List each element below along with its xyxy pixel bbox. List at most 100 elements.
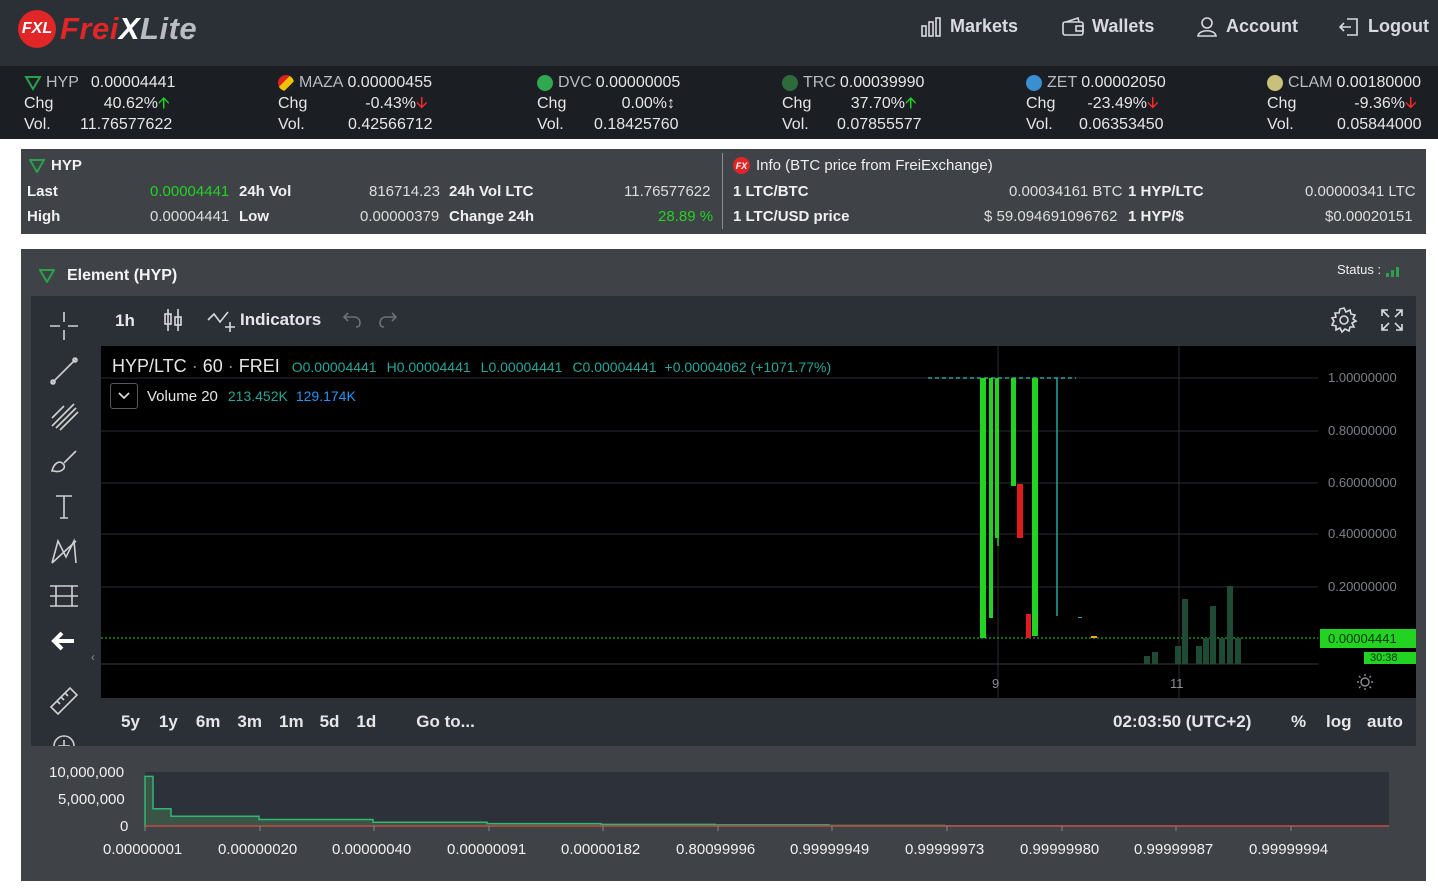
ticker-item-dvc[interactable]: DVC 0.00000005 Chg 0.00% ↕ Vol. 0.18425760 (537, 72, 680, 135)
zoom-in-icon[interactable] (48, 730, 80, 746)
hyp-coin-icon (39, 269, 55, 283)
chart-clock: 02:03:50 (UTC+2) (1113, 712, 1252, 731)
last-price: 0.00004441 (150, 183, 230, 200)
x-tick-label: 0.99999980 (1020, 841, 1100, 858)
x-tick-label: 0.80099996 (676, 841, 756, 858)
undo-icon[interactable] (342, 311, 362, 329)
high-price: 0.00004441 (150, 208, 230, 225)
y-tick-label: 0 (120, 818, 129, 835)
auto-toggle[interactable]: auto (1367, 712, 1403, 732)
range-5y[interactable]: 5y (121, 712, 140, 732)
legend-high: H0.00004441 (386, 359, 471, 375)
range-1m[interactable]: 1m (279, 712, 304, 732)
arrow-down-icon: 🡫 (1405, 95, 1417, 112)
ticker-item-clam[interactable]: CLAM 0.00180000 Chg -9.36% 🡫 Vol. 0.05844000 (1267, 72, 1422, 135)
ticker-item-zet[interactable]: ZET 0.00002050 Chg -23.49% 🡫 Vol. 0.06353450 (1026, 72, 1166, 135)
legend-low: L0.00004441 (480, 359, 563, 375)
pattern-icon[interactable] (48, 535, 80, 567)
trc-coin-icon (782, 74, 798, 91)
settings-gear-icon[interactable] (1330, 306, 1358, 334)
nav-logout-label: Logout (1368, 16, 1429, 36)
legend-timeframe: 60 (202, 356, 223, 376)
collapse-toolbar-icon[interactable]: ‹ (91, 650, 95, 664)
logout-icon (1338, 17, 1358, 36)
nav-account-label: Account (1226, 16, 1298, 36)
nav-account[interactable]: Account (1196, 16, 1298, 37)
user-icon (1197, 16, 1217, 37)
legend-change: +0.00004062 (+1071.77%) (664, 359, 832, 375)
ruler-icon[interactable] (48, 685, 80, 717)
nav-logout[interactable]: Logout (1338, 16, 1429, 37)
range-5d[interactable]: 5d (320, 712, 340, 732)
depth-chart-svg (144, 772, 1389, 831)
nav-wallets[interactable]: Wallets (1062, 16, 1154, 37)
legend-close: C0.00004441 (572, 359, 657, 375)
ticker-item-hyp[interactable]: HYP 0.00004441 Chg 40.62% 🡩 Vol. 11.76577622 (24, 72, 175, 135)
collapse-chevron-icon[interactable] (110, 383, 138, 409)
top-navbar: FXL FreiXLite Markets Wallets Account Lo… (0, 0, 1438, 66)
axis-settings-icon[interactable] (1356, 673, 1374, 691)
low-price: 0.00000379 (360, 208, 440, 225)
depth-plot-bg (145, 772, 1389, 826)
ticker-item-trc[interactable]: TRC 0.00039990 Chg 37.70% 🡩 Vol. 0.07855577 (782, 72, 924, 135)
fx-info-title: FX Info (BTC price from FreiExchange) (733, 157, 993, 174)
fx-icon: FX (733, 157, 750, 174)
brush-icon[interactable] (48, 445, 80, 477)
x-tick-label: 0.99999994 (1249, 841, 1329, 858)
x-tick-label: 0.99999949 (790, 841, 870, 858)
ltc-usd: $ 59.094691096762 (984, 208, 1118, 225)
hyp-usd: $0.00020151 (1325, 208, 1413, 225)
candle-type-icon[interactable] (162, 308, 184, 332)
back-arrow-icon[interactable] (48, 625, 80, 657)
maza-coin-icon (278, 74, 294, 91)
x-tick-label: 0.00000091 (447, 841, 527, 858)
volume-legend: Volume 20 213.452K 129.174K (110, 383, 356, 409)
ticker-item-maza[interactable]: MAZA 0.00000455 Chg -0.43% 🡫 Vol. 0.42566712 (278, 72, 433, 135)
ltc-btc: 0.00034161 BTC (1009, 183, 1123, 200)
goto-button[interactable]: Go to... (416, 712, 475, 732)
range-6m[interactable]: 6m (196, 712, 221, 732)
x-tick-label: 0.00000040 (332, 841, 412, 858)
countdown-tag: 30:38 (1364, 652, 1416, 664)
chart-legend: HYP/LTC · 60 · FREI O0.00004441 H0.00004… (112, 356, 832, 376)
signal-icon (1386, 267, 1400, 277)
indicators-button[interactable]: Indicators (206, 308, 321, 332)
x-tick-label: 0.99999987 (1134, 841, 1214, 858)
percent-toggle[interactable]: % (1291, 712, 1306, 732)
arrow-updown-icon: ↕ (667, 95, 675, 112)
price-chart-plot[interactable]: HYP/LTC · 60 · FREI O0.00004441 H0.00004… (101, 346, 1318, 698)
legend-exchange: FREI (238, 356, 280, 376)
logo[interactable]: FXL FreiXLite (18, 10, 197, 48)
time-tick-9: 9 (992, 676, 1000, 691)
clam-coin-icon (1267, 74, 1283, 91)
range-selector: 5y 1y 6m 3m 1m 5d 1d Go to... (121, 712, 475, 732)
crosshair-icon[interactable] (48, 310, 80, 342)
arrow-up-icon: 🡩 (905, 95, 917, 112)
x-tick-label: 0.00000182 (561, 841, 641, 858)
y-tick-label: 5,000,000 (58, 791, 125, 808)
text-tool-icon[interactable] (48, 490, 80, 522)
y-tick-label: 10,000,000 (49, 764, 125, 781)
x-tick-label: 0.99999973 (905, 841, 985, 858)
zet-coin-icon (1026, 74, 1042, 91)
range-3m[interactable]: 3m (237, 712, 262, 732)
interval-selector[interactable]: 1h (115, 311, 135, 331)
hyp-coin-icon (29, 158, 45, 173)
range-1y[interactable]: 1y (159, 712, 178, 732)
nav-wallets-label: Wallets (1092, 16, 1155, 36)
redo-icon[interactable] (378, 311, 398, 329)
change-24h: 28.89 % (658, 208, 714, 225)
status-indicator: Status : (1337, 262, 1403, 277)
range-1d[interactable]: 1d (356, 712, 376, 732)
fib-tool-icon[interactable] (48, 400, 80, 432)
legend-open: O0.00004441 (291, 359, 377, 375)
trend-line-icon[interactable] (48, 355, 80, 387)
fullscreen-icon[interactable] (1380, 308, 1404, 332)
nav-markets[interactable]: Markets (920, 16, 1018, 37)
log-toggle[interactable]: log (1326, 712, 1352, 732)
depth-chart: 10,000,000 5,000,000 0 0.00000001 0.00000… (21, 755, 1426, 881)
prediction-icon[interactable] (48, 580, 80, 612)
price-axis[interactable]: 1.00000000 0.80000000 0.60000000 0.40000… (1318, 346, 1416, 698)
hyp-ltc: 0.00000341 LTC (1305, 183, 1416, 200)
element-title: Element (HYP) (39, 267, 177, 285)
